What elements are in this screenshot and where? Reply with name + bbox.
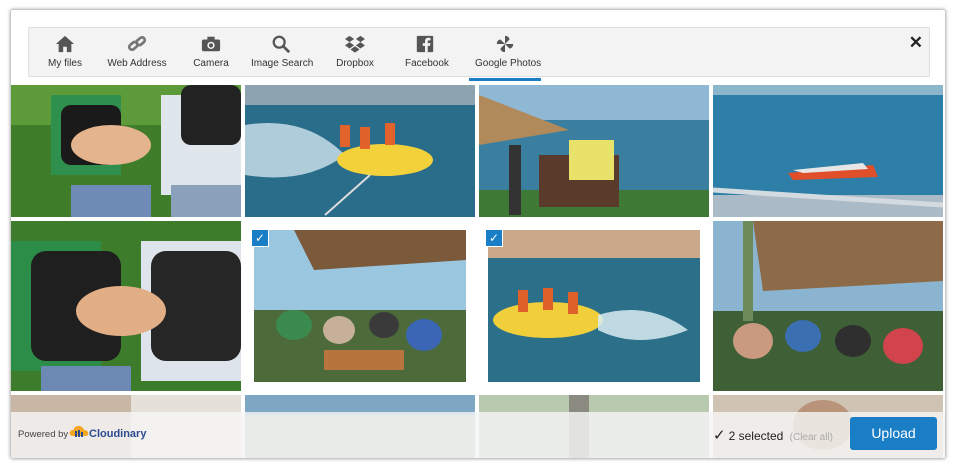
photo-image [245,85,475,217]
tab-camera[interactable]: Camera [193,28,229,76]
camera-icon [201,36,221,52]
tab-google-photos[interactable]: Google Photos [469,28,542,81]
photo-image [254,230,466,382]
upload-button[interactable]: Upload [850,417,937,450]
cloudinary-logo-icon [69,425,89,437]
photo-tile[interactable] [713,85,943,217]
close-button[interactable]: ✕ [909,34,923,51]
tab-label: Web Address [107,58,167,69]
photo-tile-selected[interactable]: ✓ [245,221,475,391]
photo-tile[interactable] [11,85,241,217]
tab-label: Camera [193,58,229,69]
photo-image [479,85,709,217]
clear-all-link[interactable]: (Clear all) [790,432,833,443]
checkmark-icon[interactable]: ✓ [485,229,503,247]
powered-by-text: Powered by [18,429,69,440]
photo-tile-selected[interactable]: ✓ [479,221,709,391]
facebook-icon [416,35,434,53]
check-icon: ✓ [713,427,726,444]
close-icon: ✕ [908,33,923,52]
selected-count: 2 selected [728,429,784,443]
photo-image [11,85,241,217]
photo-image [713,85,943,217]
tab-facebook[interactable]: Facebook [405,28,449,76]
photo-tile[interactable] [11,221,241,391]
tab-label: Image Search [251,58,314,69]
footer-bar: Powered by Cloudinary ✓ 2 selected (Clear… [11,412,945,458]
checkmark-icon[interactable]: ✓ [251,229,269,247]
link-icon [127,36,147,52]
tab-web-address[interactable]: Web Address [107,28,167,76]
dropbox-icon [345,35,365,53]
photo-tile[interactable] [245,85,475,217]
brand-name: Cloudinary [89,428,147,440]
photo-tile[interactable] [713,221,943,391]
tab-dropbox[interactable]: Dropbox [335,28,375,76]
tab-label: Dropbox [336,58,374,69]
selection-status: ✓ 2 selected (Clear all) [713,426,833,444]
photo-tile[interactable] [479,85,709,217]
tab-image-search[interactable]: Image Search [251,28,314,76]
photo-image [488,230,700,382]
photo-image [11,221,241,391]
tab-label: Google Photos [475,58,542,69]
tab-label: Facebook [405,58,449,69]
upload-widget-dialog: My files Web Address Camera Image Search… [11,10,945,458]
search-icon [272,35,291,54]
photo-image [713,221,943,391]
source-tab-bar: My files Web Address Camera Image Search… [28,27,930,81]
tab-my-files[interactable]: My files [47,28,83,76]
google-photos-icon [496,35,514,53]
tab-label: My files [48,58,82,69]
active-tab-indicator [469,78,541,81]
home-icon [55,35,75,53]
